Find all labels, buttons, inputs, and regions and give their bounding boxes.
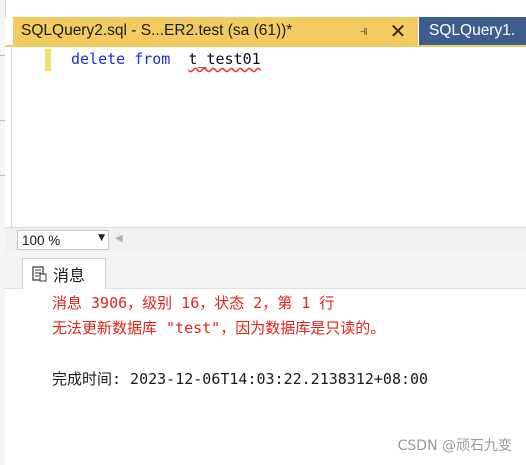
- document-tab-strip: SQLQuery2.sql - S...ER2.test (sa (61))* …: [5, 17, 526, 47]
- results-pane: 消息 消息 3906，级别 16，状态 2，第 1 行 无法更新数据库 "tes…: [5, 252, 526, 465]
- table-identifier: t_test01: [188, 50, 261, 68]
- tab-sqlquery2[interactable]: SQLQuery2.sql - S...ER2.test (sa (61))* …: [13, 17, 418, 45]
- pin-icon[interactable]: ⫣: [353, 21, 375, 41]
- chevron-down-icon[interactable]: ▼: [98, 233, 105, 243]
- ssms-window: SQLQuery2.sql - S...ER2.test (sa (61))* …: [0, 0, 526, 465]
- zoom-bar: 100 % ▼ ◀: [5, 227, 526, 253]
- keyword-from: from: [134, 50, 171, 68]
- messages-icon: [32, 266, 47, 282]
- tab-title: SQLQuery1.: [429, 22, 516, 39]
- tab-title: SQLQuery2.sql - S...ER2.test (sa (61))*: [21, 22, 293, 39]
- zoom-select[interactable]: 100 % ▼: [17, 230, 109, 250]
- results-tab-bar: 消息: [5, 252, 526, 289]
- code-line[interactable]: delete from t_test01: [71, 50, 261, 68]
- tab-messages[interactable]: 消息: [22, 258, 106, 289]
- tab-sqlquery1[interactable]: SQLQuery1.: [419, 17, 526, 45]
- change-marker: [45, 49, 51, 71]
- query-editor[interactable]: delete from t_test01: [5, 47, 526, 227]
- close-icon[interactable]: ✕: [387, 19, 409, 43]
- watermark: CSDN @顽石九变: [397, 438, 512, 454]
- error-message-line: 消息 3906，级别 16，状态 2，第 1 行: [52, 294, 335, 312]
- completion-time: 完成时间: 2023-12-06T14:03:22.2138312+08:00: [52, 370, 429, 388]
- scroll-left-icon[interactable]: ◀: [115, 233, 123, 244]
- keyword-delete: delete: [71, 50, 126, 68]
- error-message-line: 无法更新数据库 "test"，因为数据库是只读的。: [52, 319, 386, 337]
- editor-gutter: [12, 47, 47, 227]
- zoom-value: 100 %: [22, 232, 61, 248]
- messages-tab-label: 消息: [53, 266, 86, 285]
